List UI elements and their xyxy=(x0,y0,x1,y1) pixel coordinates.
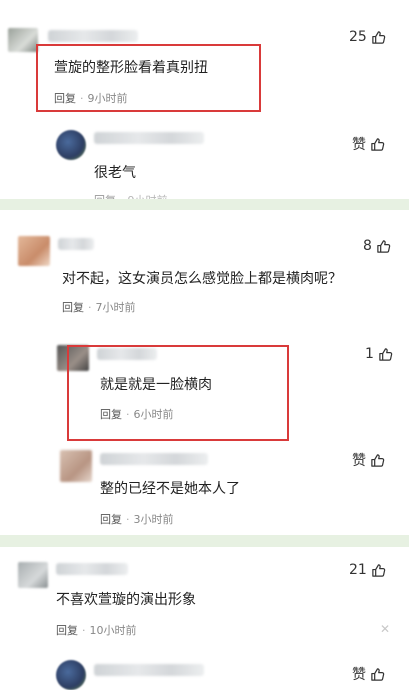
like-label: 赞 xyxy=(352,137,366,153)
like-count: 21 xyxy=(349,562,367,578)
thumbs-up-icon xyxy=(376,239,391,254)
thumbs-up-icon xyxy=(371,30,386,45)
avatar[interactable] xyxy=(18,236,50,266)
comment-text: 萱旋的整形脸看着真别扭 xyxy=(54,60,208,76)
avatar[interactable] xyxy=(8,28,38,52)
username-blurred xyxy=(58,238,94,250)
separator xyxy=(0,535,409,547)
like-count: 8 xyxy=(363,238,372,254)
reply-button[interactable]: 回复 xyxy=(100,408,122,421)
reply-button[interactable]: 回复 xyxy=(62,301,84,314)
comment-meta: 回复 · 7小时前 xyxy=(62,301,136,314)
like-button[interactable]: 8 xyxy=(363,238,391,254)
like-label: 赞 xyxy=(352,453,366,469)
username-blurred xyxy=(48,30,138,42)
reply-meta: 回复 · 3小时前 xyxy=(100,513,174,526)
timestamp: 6小时前 xyxy=(133,408,174,421)
reply-text: 就是就是一脸横肉 xyxy=(100,377,212,393)
timestamp: 10小时前 xyxy=(89,624,137,637)
thumbs-up-icon xyxy=(371,563,386,578)
thumbs-up-icon xyxy=(370,137,385,152)
comment-meta: 回复 · 10小时前 xyxy=(56,624,137,637)
like-button[interactable]: 赞 xyxy=(352,664,385,684)
like-label: 赞 xyxy=(352,667,366,683)
username-blurred xyxy=(94,664,204,676)
like-button[interactable]: 1 xyxy=(365,346,393,362)
comment-meta: 回复 · 9小时前 xyxy=(54,92,128,105)
avatar[interactable] xyxy=(18,562,48,588)
reply-button[interactable]: 回复 xyxy=(54,92,76,105)
timestamp: 3小时前 xyxy=(133,513,174,526)
username-blurred xyxy=(100,453,208,465)
timestamp: 9小时前 xyxy=(87,92,128,105)
avatar[interactable] xyxy=(60,450,92,482)
like-button[interactable]: 25 xyxy=(349,29,386,45)
thumbs-up-icon xyxy=(378,347,393,362)
timestamp: 7小时前 xyxy=(95,301,136,314)
comment-text: 对不起，这女演员怎么感觉脸上都是横肉呢？ xyxy=(62,271,342,287)
comment-text: 不喜欢萱璇的演出形象 xyxy=(56,592,196,608)
reply-text: 很老气 xyxy=(94,165,136,181)
thumbs-up-icon xyxy=(370,667,385,682)
like-button[interactable]: 赞 xyxy=(352,450,385,470)
close-icon[interactable]: ✕ xyxy=(380,622,390,636)
separator xyxy=(0,199,409,210)
username-blurred xyxy=(56,563,128,575)
avatar[interactable] xyxy=(56,660,86,690)
reply-button[interactable]: 回复 xyxy=(56,624,78,637)
reply-button[interactable]: 回复 xyxy=(100,513,122,526)
like-count: 1 xyxy=(365,346,374,362)
thumbs-up-icon xyxy=(370,453,385,468)
like-count: 25 xyxy=(349,29,367,45)
reply-text: 整的已经不是她本人了 xyxy=(100,481,240,497)
reply-meta: 回复 · 6小时前 xyxy=(100,408,174,421)
like-button[interactable]: 21 xyxy=(349,562,386,578)
like-button[interactable]: 赞 xyxy=(352,134,385,154)
username-blurred xyxy=(94,132,204,144)
avatar[interactable] xyxy=(56,130,86,160)
